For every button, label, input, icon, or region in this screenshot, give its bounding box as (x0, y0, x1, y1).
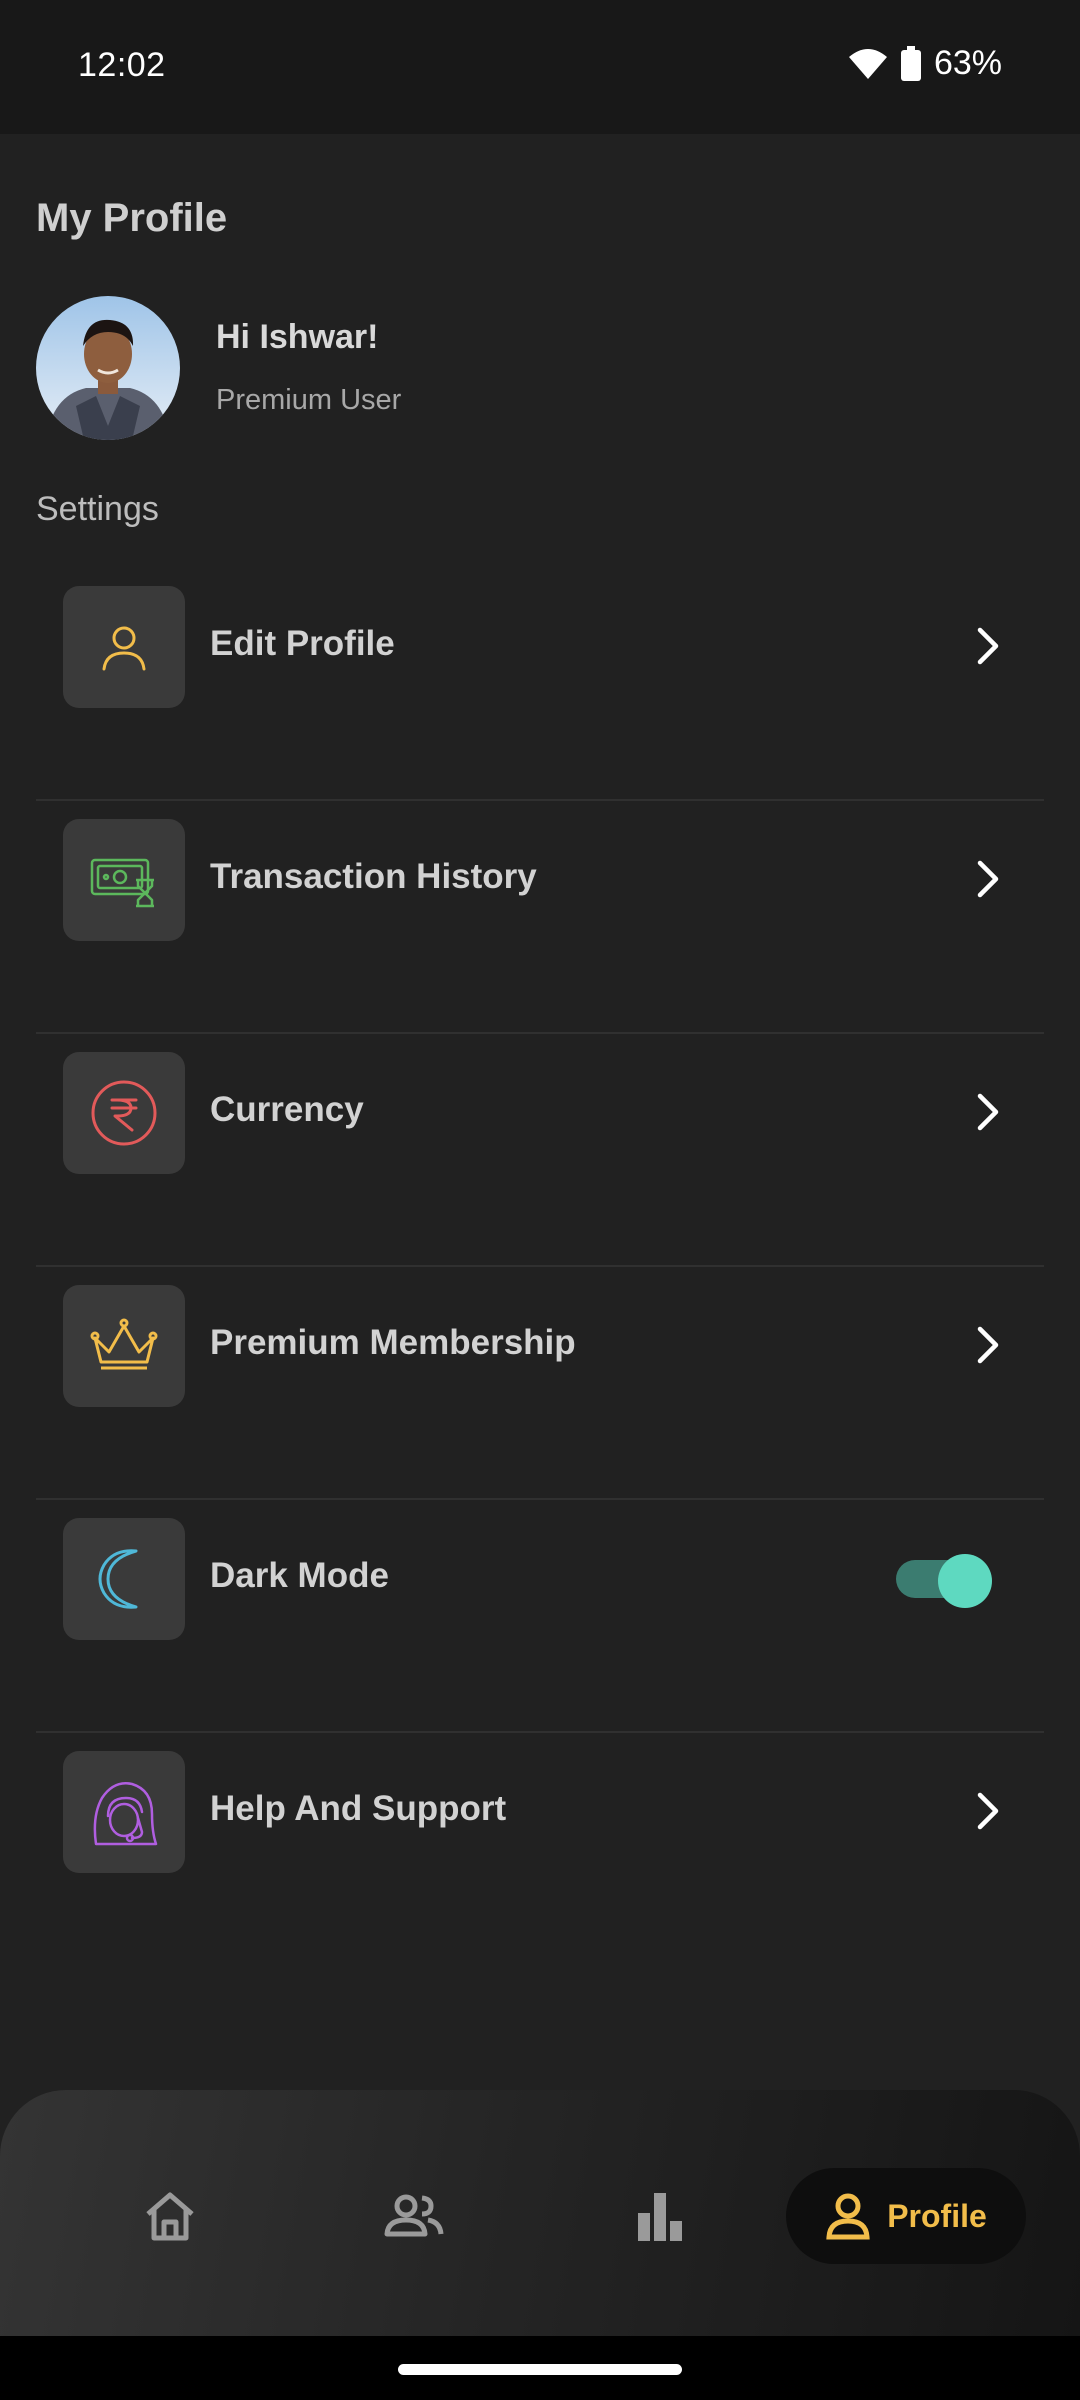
nav-item-home[interactable] (120, 2168, 220, 2264)
section-label-settings: Settings (36, 490, 159, 528)
chevron-right-icon (977, 1326, 999, 1364)
rupee-icon (63, 1052, 185, 1174)
settings-item-edit-profile[interactable]: Edit Profile (36, 568, 1044, 801)
status-icons: 63% (848, 44, 1002, 83)
settings-item-label: Transaction History (210, 857, 537, 896)
money-hourglass-icon (63, 819, 185, 941)
bar-chart-icon (638, 2193, 682, 2241)
page-title: My Profile (36, 196, 228, 240)
user-greeting: Hi Ishwar! (216, 318, 379, 356)
user-tier: Premium User (216, 384, 402, 416)
crown-icon (63, 1285, 185, 1407)
nav-item-label: Profile (887, 2197, 987, 2234)
gesture-handle[interactable] (398, 2364, 682, 2375)
chevron-right-icon (977, 1093, 999, 1131)
settings-item-dark-mode: Dark Mode (36, 1500, 1044, 1733)
support-agent-icon (63, 1751, 185, 1873)
battery-icon (900, 45, 921, 81)
nav-item-friends[interactable] (364, 2168, 464, 2264)
moon-icon (63, 1518, 185, 1640)
settings-list: Edit Profile Transaction History Currenc… (36, 568, 1044, 1966)
settings-item-transaction-history[interactable]: Transaction History (36, 801, 1044, 1034)
settings-item-label: Help And Support (210, 1789, 507, 1828)
wifi-icon (848, 48, 887, 79)
status-bar: 12:02 63% (0, 0, 1080, 134)
toggle-thumb (938, 1554, 992, 1608)
chevron-right-icon (977, 1792, 999, 1830)
chevron-right-icon (977, 860, 999, 898)
dark-mode-toggle[interactable] (896, 1554, 992, 1608)
settings-item-help-and-support[interactable]: Help And Support (36, 1733, 1044, 1966)
nav-item-profile[interactable]: Profile (786, 2168, 1026, 2264)
settings-item-premium-membership[interactable]: Premium Membership (36, 1267, 1044, 1500)
status-time: 12:02 (78, 46, 166, 84)
people-icon (384, 2194, 444, 2237)
settings-item-label: Currency (210, 1090, 364, 1129)
chevron-right-icon (977, 627, 999, 665)
battery-percentage: 63% (933, 44, 1002, 82)
settings-item-label: Edit Profile (210, 624, 395, 663)
settings-item-label: Dark Mode (210, 1556, 389, 1595)
home-icon (146, 2192, 194, 2241)
avatar[interactable] (36, 296, 180, 440)
bottom-nav: Profile (0, 2090, 1080, 2336)
settings-item-currency[interactable]: Currency (36, 1034, 1044, 1267)
profile-icon (826, 2193, 870, 2240)
settings-item-label: Premium Membership (210, 1323, 576, 1362)
nav-item-stats[interactable] (610, 2168, 710, 2264)
user-icon (63, 586, 185, 708)
